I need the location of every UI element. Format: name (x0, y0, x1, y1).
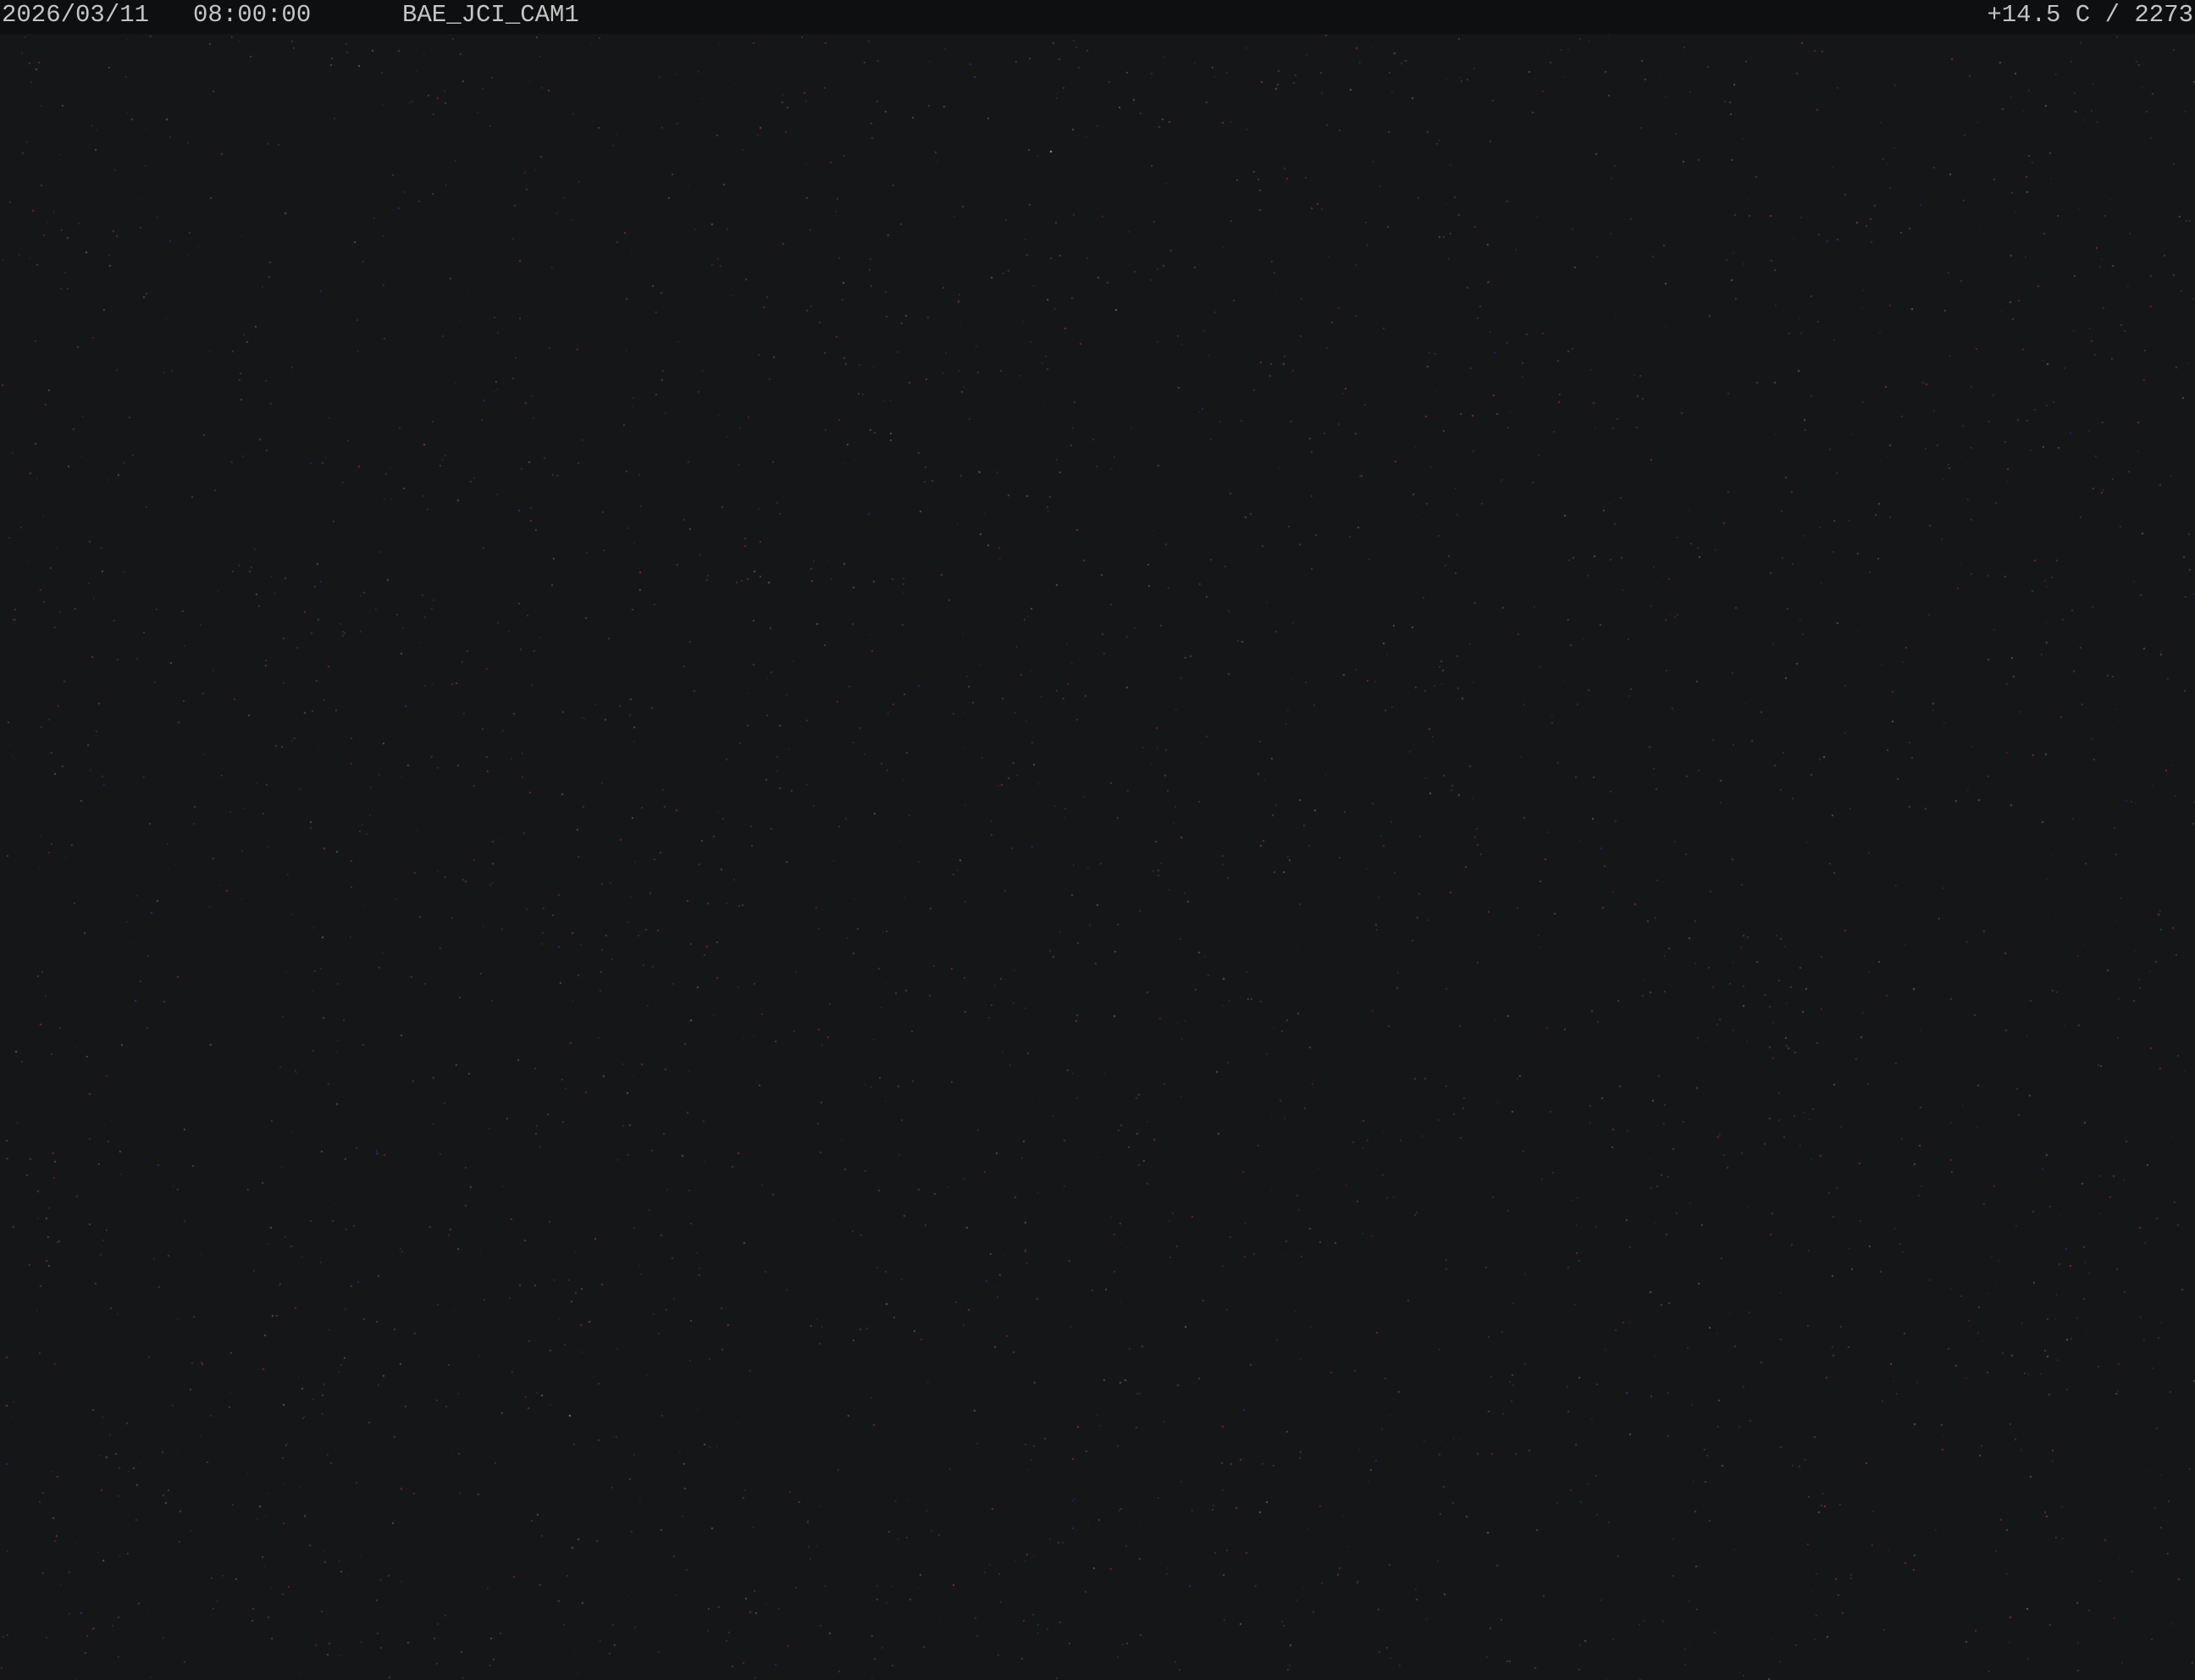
timestamp-overlay-bar: 2026/03/11 08:00:00 BAE_JCI_CAM1 +14.5 C… (0, 0, 2195, 34)
overlay-time: 08:00:00 (193, 1, 312, 29)
night-sky-image (0, 34, 2195, 1680)
camera-frame: 2026/03/11 08:00:00 BAE_JCI_CAM1 +14.5 C… (0, 0, 2195, 1680)
overlay-temperature-status: +14.5 C / 2273 (1987, 1, 2193, 29)
overlay-date: 2026/03/11 (2, 1, 150, 29)
overlay-camera-id: BAE_JCI_CAM1 (402, 1, 579, 29)
